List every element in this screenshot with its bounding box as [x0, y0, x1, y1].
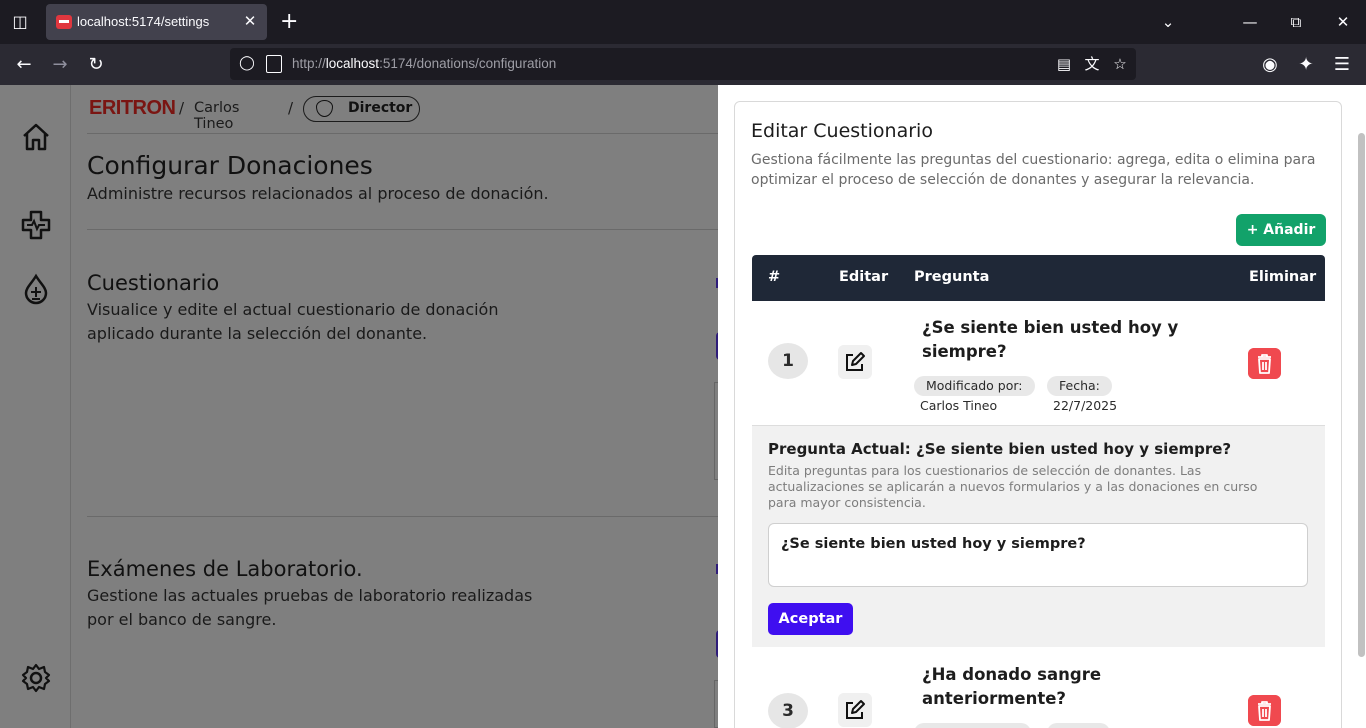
trash-icon[interactable]	[1248, 348, 1281, 379]
question-editor: Pregunta Actual: ¿Se siente bien usted h…	[752, 425, 1325, 647]
panel-title: Editar Cuestionario	[751, 120, 933, 142]
question-input[interactable]: ¿Se siente bien usted hoy y siempre?	[768, 523, 1308, 587]
modified-by-chip	[914, 723, 1031, 728]
section-desc-line: aplicado durante la selección del donant…	[87, 324, 428, 343]
account-icon[interactable]: ◉	[1259, 54, 1281, 76]
page-subtitle: Administre recursos relacionados al proc…	[87, 184, 549, 203]
logo[interactable]: ERITRON	[89, 97, 176, 120]
reader-view-icon[interactable]: ▤	[1054, 54, 1074, 74]
role-badge: Director	[303, 96, 420, 122]
divider	[87, 229, 727, 230]
breadcrumb-separator: /	[179, 99, 185, 117]
app: ERITRON / Carlos Tineo / Director Config…	[0, 85, 1366, 728]
section-desc-line: Gestione las actuales pruebas de laborat…	[87, 586, 533, 605]
editor-title: Pregunta Actual: ¿Se siente bien usted h…	[768, 440, 1232, 458]
column-header: #	[768, 269, 781, 285]
sidebar	[0, 85, 71, 728]
table-header: # Editar Pregunta Eliminar	[752, 255, 1325, 301]
edit-icon[interactable]	[838, 693, 872, 727]
editor-description: Edita preguntas para los cuestionarios d…	[768, 463, 1258, 510]
close-window-icon[interactable]: ✕	[1333, 12, 1353, 32]
role-label: Director	[348, 100, 413, 116]
back-icon[interactable]: ←	[13, 54, 35, 76]
column-header: Pregunta	[914, 269, 990, 285]
url-text[interactable]: http://localhost:5174/donations/configur…	[292, 56, 556, 71]
browser-tabbar: ◫ localhost:5174/settings ✕ + ⌄ — ⧉ ✕	[0, 0, 1366, 44]
chevron-down-icon[interactable]: ⌄	[1158, 12, 1178, 32]
divider	[87, 133, 727, 134]
address-bar[interactable]: ◯ http://localhost:5174/donations/config…	[230, 48, 1136, 80]
edit-icon[interactable]	[838, 345, 872, 379]
row-number: 3	[768, 693, 808, 728]
browser-navbar: ← → ↻ ◯ http://localhost:5174/donations/…	[0, 44, 1366, 85]
section-title-cuestionario: Cuestionario	[87, 271, 220, 295]
bookmark-star-icon[interactable]: ☆	[1110, 54, 1130, 74]
panel-description: Gestiona fácilmente las preguntas del cu…	[751, 152, 1316, 188]
divider	[87, 516, 727, 517]
breadcrumb-user[interactable]: Carlos Tineo	[194, 100, 239, 132]
trash-icon[interactable]	[1248, 695, 1281, 726]
column-header: Eliminar	[1249, 269, 1317, 285]
tab-list-icon[interactable]: ◫	[10, 12, 30, 32]
favicon-icon	[56, 15, 72, 29]
question-text: ¿Ha donado sangre anteriormente?	[922, 665, 1102, 708]
close-tab-icon[interactable]: ✕	[241, 12, 259, 30]
medical-cross-icon[interactable]	[20, 209, 52, 241]
tab-title: localhost:5174/settings	[77, 14, 210, 29]
row-number: 1	[768, 343, 808, 379]
edit-questionnaire-card: Editar Cuestionario Gestiona fácilmente …	[734, 101, 1342, 728]
section-desc-line: Visualice y edite el actual cuestionario…	[87, 300, 499, 319]
home-icon[interactable]	[20, 121, 52, 153]
question-text: ¿Se siente bien usted hoy y siempre?	[922, 318, 1179, 361]
section-desc-line: por el banco de sangre.	[87, 610, 277, 629]
modified-by-value: Carlos Tineo	[920, 398, 998, 413]
date-chip: Fecha:	[1047, 376, 1112, 396]
blood-drop-icon[interactable]	[20, 273, 52, 305]
section-title-laboratorio: Exámenes de Laboratorio.	[87, 557, 363, 581]
breadcrumb-separator: /	[288, 99, 294, 117]
translate-icon[interactable]: 文	[1082, 54, 1102, 74]
add-question-button[interactable]: + Añadir	[1236, 214, 1326, 246]
column-header: Editar	[839, 269, 889, 285]
page-icon	[266, 55, 282, 73]
settings-gear-icon[interactable]	[20, 662, 52, 694]
shield-badge-icon	[316, 100, 333, 117]
page-title: Configurar Donaciones	[87, 151, 373, 180]
minimize-icon[interactable]: —	[1240, 12, 1260, 32]
accept-button[interactable]: Aceptar	[768, 603, 853, 635]
table-row: 3 ¿Ha donado sangre anteriormente?	[752, 647, 1325, 728]
forward-icon[interactable]: →	[49, 54, 71, 76]
extensions-icon[interactable]: ✦	[1295, 54, 1317, 76]
table-row: 1 ¿Se siente bien usted hoy y siempre? M…	[752, 301, 1325, 425]
new-tab-icon[interactable]: +	[280, 11, 298, 33]
restore-icon[interactable]: ⧉	[1286, 12, 1306, 32]
date-chip	[1047, 723, 1110, 728]
date-value: 22/7/2025	[1053, 398, 1118, 413]
reload-icon[interactable]: ↻	[85, 54, 107, 76]
shield-icon[interactable]: ◯	[238, 55, 256, 73]
scrollbar-thumb[interactable]	[1358, 133, 1365, 657]
browser-tab[interactable]: localhost:5174/settings ✕	[46, 4, 267, 40]
settings-main: ERITRON / Carlos Tineo / Director Config…	[71, 85, 727, 728]
modified-by-chip: Modificado por:	[914, 376, 1035, 396]
scrollbar[interactable]	[1357, 85, 1366, 728]
menu-icon[interactable]: ☰	[1331, 54, 1353, 76]
